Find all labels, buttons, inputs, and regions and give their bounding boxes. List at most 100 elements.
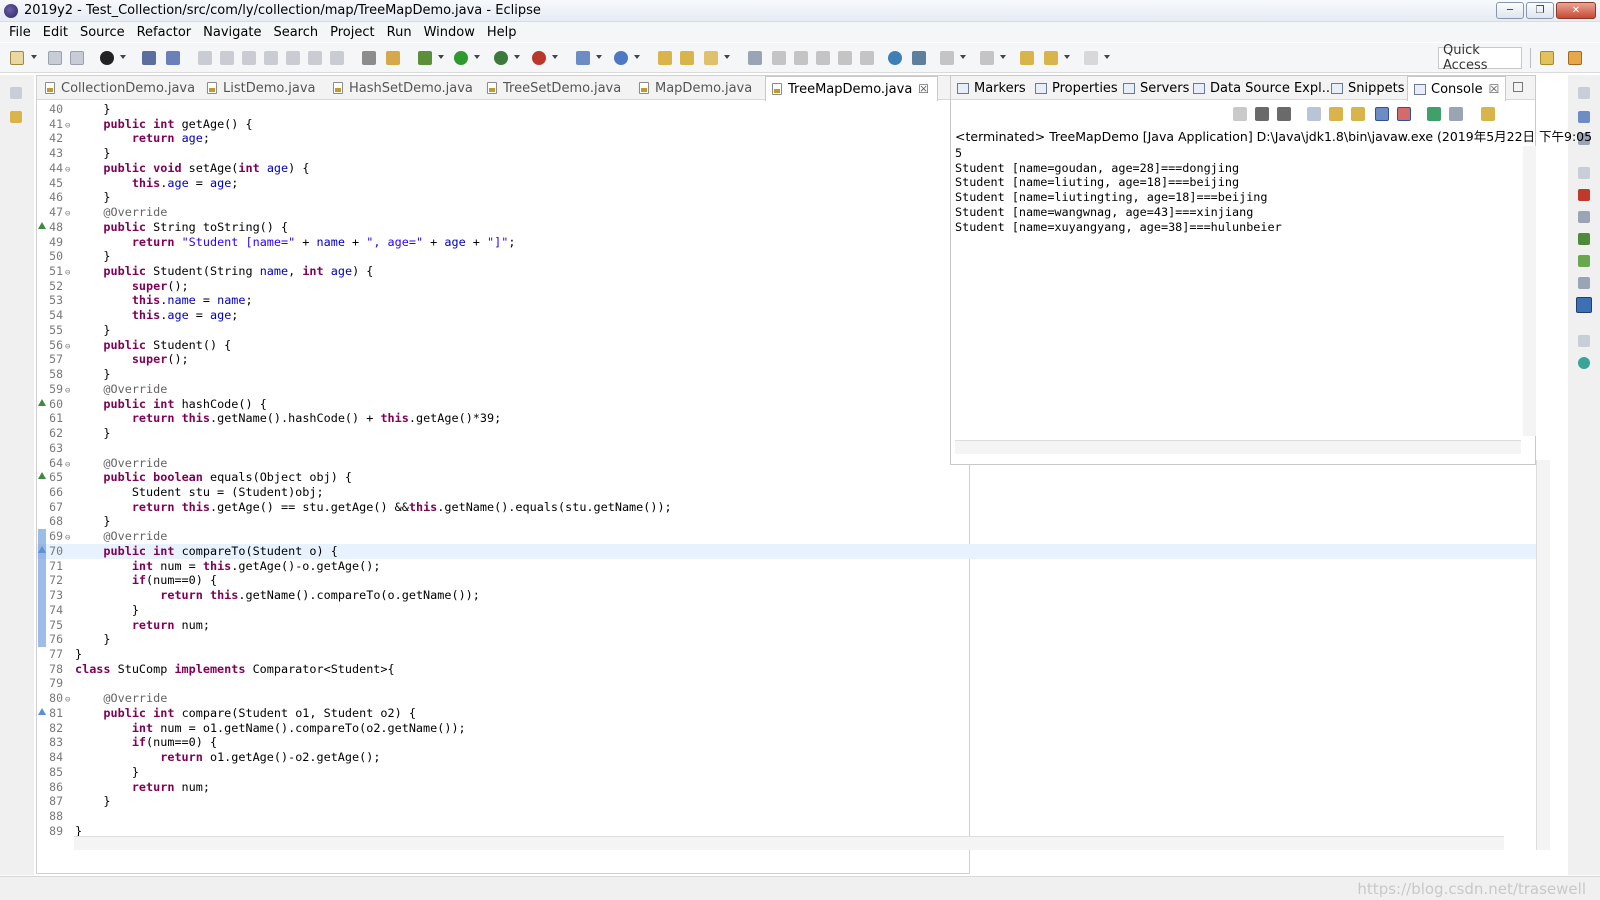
- maximize-button[interactable]: ❐: [1526, 2, 1554, 19]
- menu-source[interactable]: Source: [74, 25, 131, 40]
- open-task-icon[interactable]: [680, 51, 694, 65]
- open-type-icon[interactable]: [658, 51, 672, 65]
- search-dropdown-icon[interactable]: [724, 55, 730, 59]
- code-line[interactable]: 76 }: [37, 632, 1541, 647]
- new-icon[interactable]: [10, 51, 24, 65]
- code-line[interactable]: 78 class StuComp implements Comparator<St…: [37, 662, 1541, 677]
- java-ee-perspective-icon[interactable]: [1568, 51, 1582, 65]
- word-wrap-icon[interactable]: [1351, 107, 1365, 121]
- code-line[interactable]: 82 int num = o1.getName().compareTo(o2.g…: [37, 721, 1541, 736]
- code-line[interactable]: 73 return this.getName().compareTo(o.get…: [37, 588, 1541, 603]
- tab-hashset-demo[interactable]: HashSetDemo.java: [333, 76, 473, 100]
- new-class-icon[interactable]: [614, 51, 628, 65]
- code-line[interactable]: 87 }: [37, 794, 1541, 809]
- next-annotation-icon[interactable]: [940, 51, 954, 65]
- close-tab-icon[interactable]: ☒: [1489, 82, 1500, 96]
- back-icon[interactable]: [1044, 51, 1058, 65]
- code-line[interactable]: 88: [37, 809, 1541, 824]
- editor-horizontal-scrollbar[interactable]: [74, 836, 1504, 850]
- tab-treeset-demo[interactable]: TreeSetDemo.java: [487, 76, 621, 100]
- new-java-dropdown-icon[interactable]: [596, 55, 602, 59]
- snippets-icon[interactable]: [1578, 277, 1590, 289]
- code-line[interactable]: 66 Student stu = (Student)obj;: [37, 485, 1541, 500]
- outline-icon[interactable]: [1578, 111, 1590, 123]
- new-class-dropdown-icon[interactable]: [634, 55, 640, 59]
- tab-map-demo[interactable]: MapDemo.java: [639, 76, 752, 100]
- block-selection-icon[interactable]: [794, 51, 808, 65]
- code-line[interactable]: 70 public int compareTo(Student o) {: [37, 543, 1541, 559]
- code-line[interactable]: 83 if(num==0) {: [37, 735, 1541, 750]
- tab-snippets[interactable]: Snippets: [1331, 76, 1404, 100]
- code-line[interactable]: 84 return o1.getAge()-o2.getAge();: [37, 750, 1541, 765]
- show-on-stderr-icon[interactable]: [1397, 107, 1411, 121]
- menu-edit[interactable]: Edit: [37, 25, 74, 40]
- tab-collection-demo[interactable]: CollectionDemo.java: [45, 76, 195, 100]
- code-text-area[interactable]: 40 } 41 ⊖ public int getAge() {42 return a…: [37, 102, 1541, 842]
- terminal-icon[interactable]: [142, 51, 156, 65]
- debug-icon[interactable]: [418, 51, 432, 65]
- menu-window[interactable]: Window: [418, 25, 481, 40]
- menu-navigate[interactable]: Navigate: [197, 25, 267, 40]
- code-line[interactable]: 74 }: [37, 603, 1541, 618]
- previous-annotation-icon[interactable]: [980, 51, 994, 65]
- code-line[interactable]: 80 ⊖ @Override: [37, 691, 1541, 706]
- properties-icon[interactable]: [1578, 211, 1590, 223]
- code-line[interactable]: 71 int num = this.getAge()-o.getAge();: [37, 559, 1541, 574]
- account-dropdown-icon[interactable]: [120, 55, 126, 59]
- run-icon[interactable]: [454, 51, 468, 65]
- code-line[interactable]: 86 return num;: [37, 780, 1541, 795]
- quick-access-input[interactable]: Quick Access: [1438, 43, 1522, 73]
- code-line[interactable]: 85 }: [37, 765, 1541, 780]
- save-icon[interactable]: [48, 51, 62, 65]
- pilcrow-icon[interactable]: [860, 51, 874, 65]
- console-vertical-scrollbar[interactable]: [1523, 146, 1536, 436]
- next-annotation-dropdown-icon[interactable]: [960, 55, 966, 59]
- tab-list-demo[interactable]: ListDemo.java: [207, 76, 316, 100]
- show-on-stdout-icon[interactable]: [1375, 107, 1389, 121]
- markers-icon[interactable]: [1578, 189, 1590, 201]
- forward-icon[interactable]: [1084, 51, 1098, 65]
- search-icon[interactable]: [704, 51, 718, 65]
- coverage-icon[interactable]: [494, 51, 508, 65]
- close-tab-icon[interactable]: ☒: [918, 82, 929, 96]
- step-over-icon[interactable]: [308, 51, 322, 65]
- display-console-icon[interactable]: [1449, 107, 1463, 121]
- restore-icon[interactable]: [1578, 335, 1590, 347]
- scroll-lock-icon[interactable]: [1329, 107, 1343, 121]
- disconnect-icon[interactable]: [264, 51, 278, 65]
- tab-treemap-demo[interactable]: TreeMapDemo.java ☒: [765, 76, 939, 101]
- restore-icon[interactable]: [1578, 167, 1590, 179]
- editor-vertical-scrollbar[interactable]: [1536, 460, 1550, 850]
- open-perspective-icon[interactable]: [1540, 51, 1554, 65]
- open-console-icon[interactable]: [1481, 107, 1495, 121]
- remove-launch-icon[interactable]: [1255, 107, 1269, 121]
- web-browser-icon[interactable]: [888, 51, 902, 65]
- data-source-icon[interactable]: [1578, 255, 1590, 267]
- tab-console[interactable]: Console ☒: [1407, 76, 1507, 101]
- last-edit-location-icon[interactable]: [1020, 51, 1034, 65]
- code-line[interactable]: 68 }: [37, 514, 1541, 529]
- servers-icon[interactable]: [1578, 233, 1590, 245]
- tasks-icon[interactable]: [912, 51, 926, 65]
- debug-dropdown-icon[interactable]: [438, 55, 444, 59]
- console-horizontal-scrollbar[interactable]: [955, 440, 1521, 454]
- restore-icon[interactable]: [1578, 87, 1590, 99]
- code-line[interactable]: 65 public boolean equals(Object obj) {: [37, 470, 1541, 485]
- account-icon[interactable]: [100, 51, 114, 65]
- code-line[interactable]: 67 return this.getAge() == stu.getAge() …: [37, 500, 1541, 515]
- minimize-view-icon[interactable]: [1513, 82, 1523, 92]
- menu-file[interactable]: File: [3, 25, 37, 40]
- code-line[interactable]: 81 public int compare(Student o1, Studen…: [37, 706, 1541, 721]
- suspend-icon[interactable]: [220, 51, 234, 65]
- code-line[interactable]: 75 return num;: [37, 618, 1541, 633]
- menu-help[interactable]: Help: [481, 25, 523, 40]
- menu-search[interactable]: Search: [267, 25, 324, 40]
- close-window-button[interactable]: ✕: [1556, 2, 1596, 19]
- restore-icon[interactable]: [10, 87, 22, 99]
- resume-icon[interactable]: [198, 51, 212, 65]
- tab-properties[interactable]: Properties: [1035, 76, 1118, 100]
- code-line[interactable]: 77}: [37, 647, 1541, 662]
- forward-dropdown-icon[interactable]: [1104, 55, 1110, 59]
- toggle-breadcrumb-icon[interactable]: [748, 51, 762, 65]
- new-dropdown-icon[interactable]: [31, 55, 37, 59]
